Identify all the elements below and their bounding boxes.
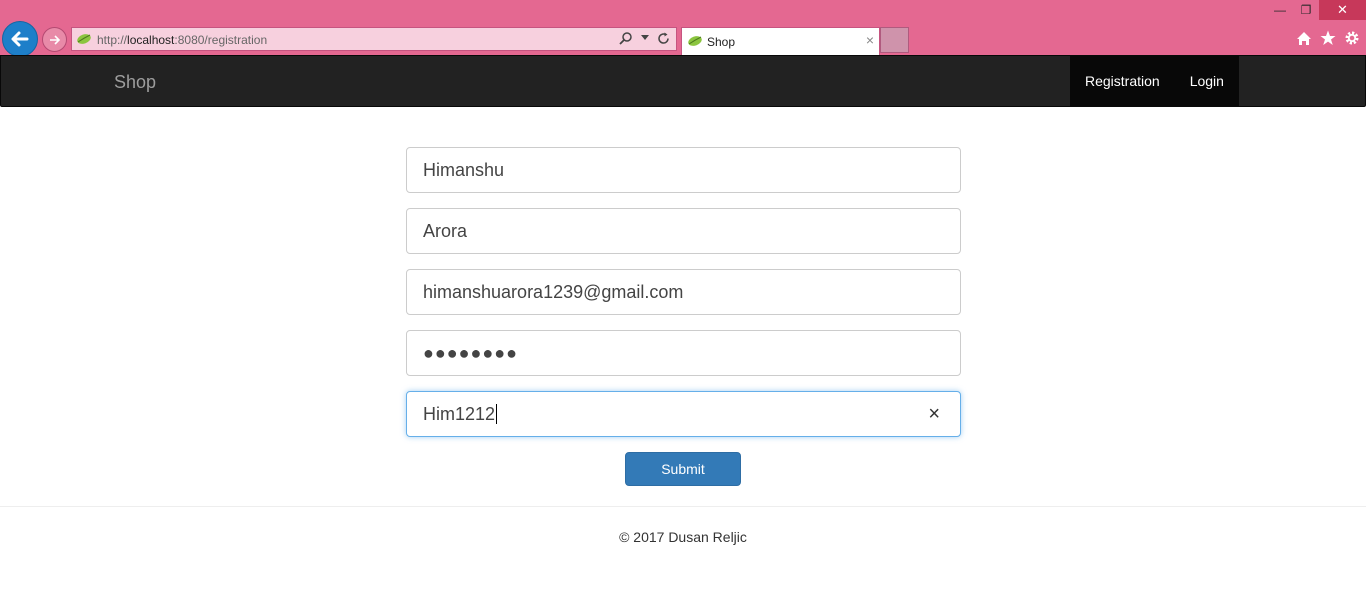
favorites-star-icon[interactable] xyxy=(1320,30,1336,46)
back-button[interactable] xyxy=(2,21,38,57)
tab-favicon-icon xyxy=(688,36,702,46)
confirm-text: Him1212 xyxy=(423,404,498,425)
arrow-left-icon xyxy=(11,31,29,47)
tab-title: Shop xyxy=(707,35,736,49)
text-caret xyxy=(496,404,498,424)
browser-toolbar-right xyxy=(1296,30,1360,46)
dropdown-arrow-icon[interactable] xyxy=(641,35,649,41)
window-close-button[interactable]: ✕ xyxy=(1319,0,1366,20)
navbar-links: Registration Login xyxy=(1070,56,1239,106)
confirm-input[interactable]: Him1212 × xyxy=(406,391,961,437)
password-input[interactable]: ●●●●●●●● xyxy=(406,330,961,376)
nav-link-registration[interactable]: Registration xyxy=(1070,56,1175,106)
last-name-input[interactable]: Arora xyxy=(406,208,961,254)
last-name-value: Arora xyxy=(423,221,468,241)
minimize-button[interactable]: — xyxy=(1267,0,1293,20)
forward-button[interactable] xyxy=(42,27,67,52)
email-input[interactable]: himanshuarora1239@gmail.com xyxy=(406,269,961,315)
first-name-input[interactable]: Himanshu xyxy=(406,147,961,193)
home-icon[interactable] xyxy=(1296,31,1312,46)
arrow-right-icon xyxy=(49,34,60,45)
refresh-icon[interactable] xyxy=(657,32,670,45)
site-favicon-icon xyxy=(77,34,91,44)
url-path: :8080/registration xyxy=(174,33,268,47)
browser-chrome: — ❐ ✕ http://localhost:8080/registration xyxy=(0,0,1366,57)
tab-close-icon[interactable]: × xyxy=(866,32,874,48)
url-host: localhost xyxy=(127,33,175,47)
email-value: himanshuarora1239@gmail.com xyxy=(423,282,684,302)
footer-text: © 2017 Dusan Reljic xyxy=(619,529,747,545)
submit-button[interactable]: Submit xyxy=(625,452,741,486)
restore-button[interactable]: ❐ xyxy=(1293,0,1319,20)
browser-tab[interactable]: Shop × xyxy=(681,27,880,55)
url-prefix: http:// xyxy=(97,33,128,47)
site-navbar: Shop Registration Login xyxy=(0,55,1366,107)
window-controls: — ❐ ✕ xyxy=(1267,0,1366,20)
search-icon[interactable] xyxy=(619,31,633,45)
password-value: ●●●●●●●● xyxy=(423,343,518,363)
settings-gear-icon[interactable] xyxy=(1344,30,1360,46)
address-tools xyxy=(619,31,670,45)
address-bar[interactable]: http://localhost:8080/registration xyxy=(71,27,677,51)
new-tab-button[interactable] xyxy=(880,27,909,53)
clear-input-icon[interactable]: × xyxy=(928,403,940,426)
nav-link-login[interactable]: Login xyxy=(1175,56,1239,106)
footer-divider xyxy=(0,506,1366,507)
url-text: http://localhost:8080/registration xyxy=(97,33,267,47)
navbar-brand[interactable]: Shop xyxy=(114,72,156,93)
confirm-value: Him1212 xyxy=(423,404,496,424)
first-name-value: Himanshu xyxy=(423,160,505,180)
